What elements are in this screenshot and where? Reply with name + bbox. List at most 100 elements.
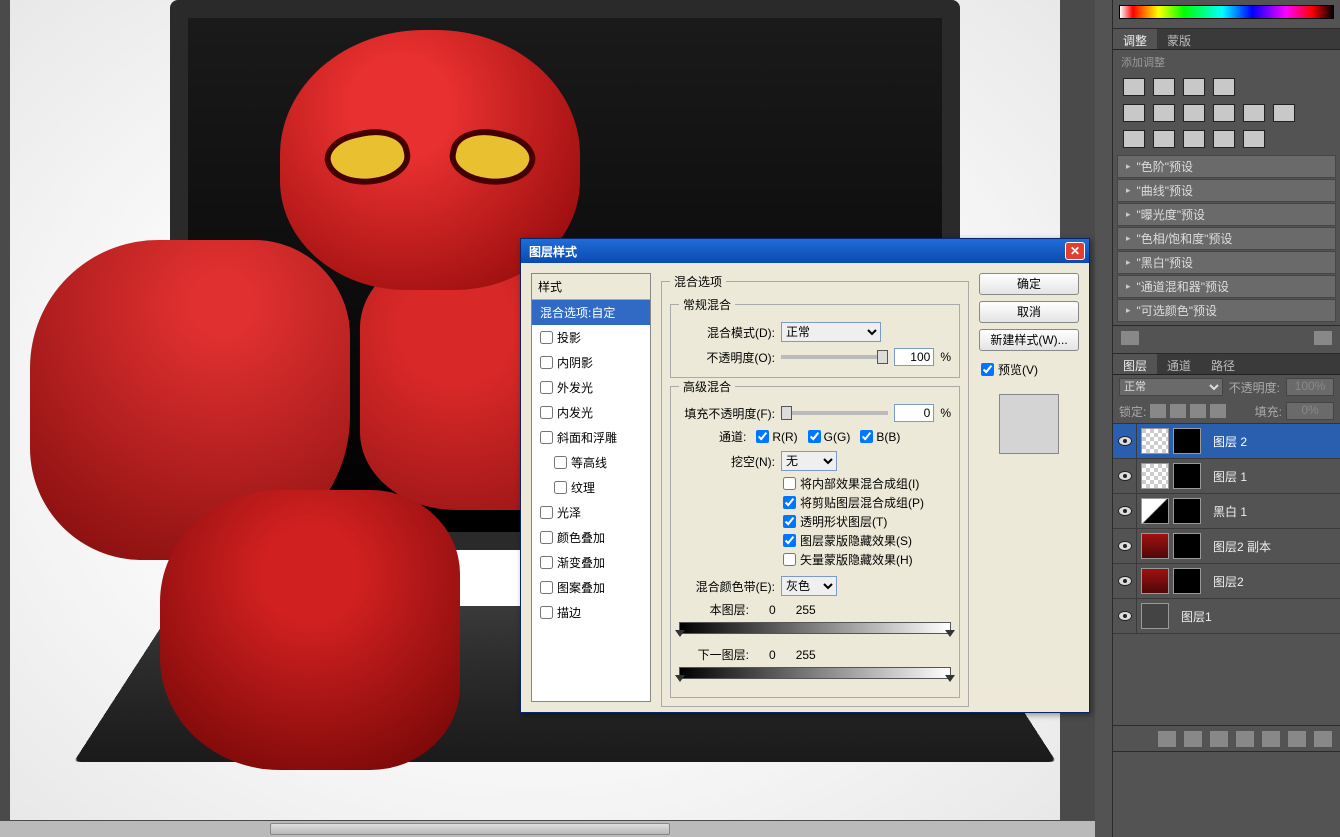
photofilter-icon[interactable] bbox=[1243, 104, 1265, 122]
dialog-titlebar[interactable]: 图层样式 ✕ bbox=[521, 239, 1089, 263]
adjustment-layer-icon[interactable] bbox=[1236, 731, 1254, 747]
tab-channels[interactable]: 通道 bbox=[1157, 354, 1201, 374]
preset-item[interactable]: "可选颜色"预设 bbox=[1117, 299, 1336, 322]
style-item[interactable]: 图案叠加 bbox=[532, 575, 650, 600]
cb-layer-mask-hides[interactable] bbox=[783, 534, 796, 547]
visibility-eye-icon[interactable] bbox=[1118, 611, 1132, 621]
tab-layers[interactable]: 图层 bbox=[1113, 354, 1157, 374]
layer-row[interactable]: 图层2 副本 bbox=[1113, 529, 1340, 564]
link-layers-icon[interactable] bbox=[1158, 731, 1176, 747]
visibility-eye-icon[interactable] bbox=[1118, 471, 1132, 481]
lock-pixels-icon[interactable] bbox=[1170, 404, 1186, 418]
channel-b[interactable]: B(B) bbox=[860, 430, 900, 444]
knockout-dropdown[interactable]: 无 bbox=[781, 451, 837, 471]
opacity-slider[interactable] bbox=[781, 355, 888, 359]
horizontal-scrollbar[interactable] bbox=[0, 821, 1095, 837]
delete-layer-icon[interactable] bbox=[1314, 731, 1332, 747]
tab-adjustments[interactable]: 调整 bbox=[1113, 29, 1157, 49]
style-item[interactable]: 混合选项:自定 bbox=[532, 300, 650, 325]
opacity-input[interactable] bbox=[894, 348, 934, 366]
channel-r[interactable]: R(R) bbox=[756, 430, 797, 444]
style-item[interactable]: 光泽 bbox=[532, 500, 650, 525]
preset-item[interactable]: "色相/饱和度"预设 bbox=[1117, 227, 1336, 250]
layer-thumbnail[interactable] bbox=[1141, 603, 1169, 629]
visibility-eye-icon[interactable] bbox=[1118, 436, 1132, 446]
layer-row[interactable]: 图层2 bbox=[1113, 564, 1340, 599]
brightness-icon[interactable] bbox=[1123, 78, 1145, 96]
color-spectrum[interactable] bbox=[1113, 0, 1340, 24]
layer-thumbnail[interactable] bbox=[1141, 428, 1169, 454]
cb-clipped-layers[interactable] bbox=[783, 496, 796, 509]
cancel-button[interactable]: 取消 bbox=[979, 301, 1079, 323]
opacity-value[interactable]: 100% bbox=[1286, 378, 1334, 396]
fill-opacity-input[interactable] bbox=[894, 404, 934, 422]
lock-transparency-icon[interactable] bbox=[1150, 404, 1166, 418]
preset-item[interactable]: "黑白"预设 bbox=[1117, 251, 1336, 274]
layer-thumbnail[interactable] bbox=[1141, 533, 1169, 559]
preset-item[interactable]: "色阶"预设 bbox=[1117, 155, 1336, 178]
curves-icon[interactable] bbox=[1183, 78, 1205, 96]
exposure-icon[interactable] bbox=[1213, 78, 1235, 96]
style-item[interactable]: 内发光 bbox=[532, 400, 650, 425]
channel-g[interactable]: G(G) bbox=[808, 430, 851, 444]
new-style-button[interactable]: 新建样式(W)... bbox=[979, 329, 1079, 351]
tab-paths[interactable]: 路径 bbox=[1201, 354, 1245, 374]
levels-icon[interactable] bbox=[1153, 78, 1175, 96]
style-item[interactable]: 纹理 bbox=[532, 475, 650, 500]
underlying-gradient[interactable] bbox=[679, 667, 951, 679]
style-item[interactable]: 外发光 bbox=[532, 375, 650, 400]
style-item[interactable]: 颜色叠加 bbox=[532, 525, 650, 550]
tab-masks[interactable]: 蒙版 bbox=[1157, 29, 1201, 49]
visibility-eye-icon[interactable] bbox=[1118, 506, 1132, 516]
blend-mode-dropdown[interactable]: 正常 bbox=[781, 322, 881, 342]
style-item[interactable]: 渐变叠加 bbox=[532, 550, 650, 575]
style-item[interactable]: 等高线 bbox=[532, 450, 650, 475]
style-item[interactable]: 斜面和浮雕 bbox=[532, 425, 650, 450]
ok-button[interactable]: 确定 bbox=[979, 273, 1079, 295]
invert-icon[interactable] bbox=[1123, 130, 1145, 148]
layer-row[interactable]: 图层 2 bbox=[1113, 424, 1340, 459]
layer-thumbnail[interactable] bbox=[1173, 568, 1201, 594]
visibility-eye-icon[interactable] bbox=[1118, 576, 1132, 586]
blend-if-dropdown[interactable]: 灰色 bbox=[781, 576, 837, 596]
fill-value[interactable]: 0% bbox=[1286, 402, 1334, 420]
preview-checkbox[interactable] bbox=[981, 363, 994, 376]
layer-thumbnail[interactable] bbox=[1173, 498, 1201, 524]
cb-interior-effects[interactable] bbox=[783, 477, 796, 490]
this-layer-gradient[interactable] bbox=[679, 622, 951, 634]
visibility-eye-icon[interactable] bbox=[1118, 541, 1132, 551]
trash-icon[interactable] bbox=[1314, 331, 1332, 345]
cb-vector-mask-hides[interactable] bbox=[783, 553, 796, 566]
threshold-icon[interactable] bbox=[1183, 130, 1205, 148]
layer-mask-icon[interactable] bbox=[1210, 731, 1228, 747]
posterize-icon[interactable] bbox=[1153, 130, 1175, 148]
style-item[interactable]: 投影 bbox=[532, 325, 650, 350]
layer-thumbnail[interactable] bbox=[1173, 428, 1201, 454]
selectivecolor-icon[interactable] bbox=[1243, 130, 1265, 148]
gradientmap-icon[interactable] bbox=[1213, 130, 1235, 148]
bw-icon[interactable] bbox=[1213, 104, 1235, 122]
vibrance-icon[interactable] bbox=[1123, 104, 1145, 122]
layer-thumbnail[interactable] bbox=[1173, 533, 1201, 559]
lock-all-icon[interactable] bbox=[1210, 404, 1226, 418]
blend-mode-select[interactable]: 正常 bbox=[1119, 378, 1223, 396]
layer-row[interactable]: 黑白 1 bbox=[1113, 494, 1340, 529]
layer-thumbnail[interactable] bbox=[1173, 463, 1201, 489]
new-layer-icon[interactable] bbox=[1288, 731, 1306, 747]
preset-item[interactable]: "曝光度"预设 bbox=[1117, 203, 1336, 226]
layer-row[interactable]: 图层1 bbox=[1113, 599, 1340, 634]
colorbalance-icon[interactable] bbox=[1183, 104, 1205, 122]
layer-thumbnail[interactable] bbox=[1141, 568, 1169, 594]
layer-thumbnail[interactable] bbox=[1141, 498, 1169, 524]
layer-thumbnail[interactable] bbox=[1141, 463, 1169, 489]
style-item[interactable]: 内阴影 bbox=[532, 350, 650, 375]
preset-item[interactable]: "通道混和器"预设 bbox=[1117, 275, 1336, 298]
layer-row[interactable]: 图层 1 bbox=[1113, 459, 1340, 494]
cb-transparency-shapes[interactable] bbox=[783, 515, 796, 528]
preset-item[interactable]: "曲线"预设 bbox=[1117, 179, 1336, 202]
preset-footer-icon[interactable] bbox=[1121, 331, 1139, 345]
huesat-icon[interactable] bbox=[1153, 104, 1175, 122]
lock-position-icon[interactable] bbox=[1190, 404, 1206, 418]
style-item[interactable]: 描边 bbox=[532, 600, 650, 625]
close-icon[interactable]: ✕ bbox=[1065, 242, 1085, 260]
